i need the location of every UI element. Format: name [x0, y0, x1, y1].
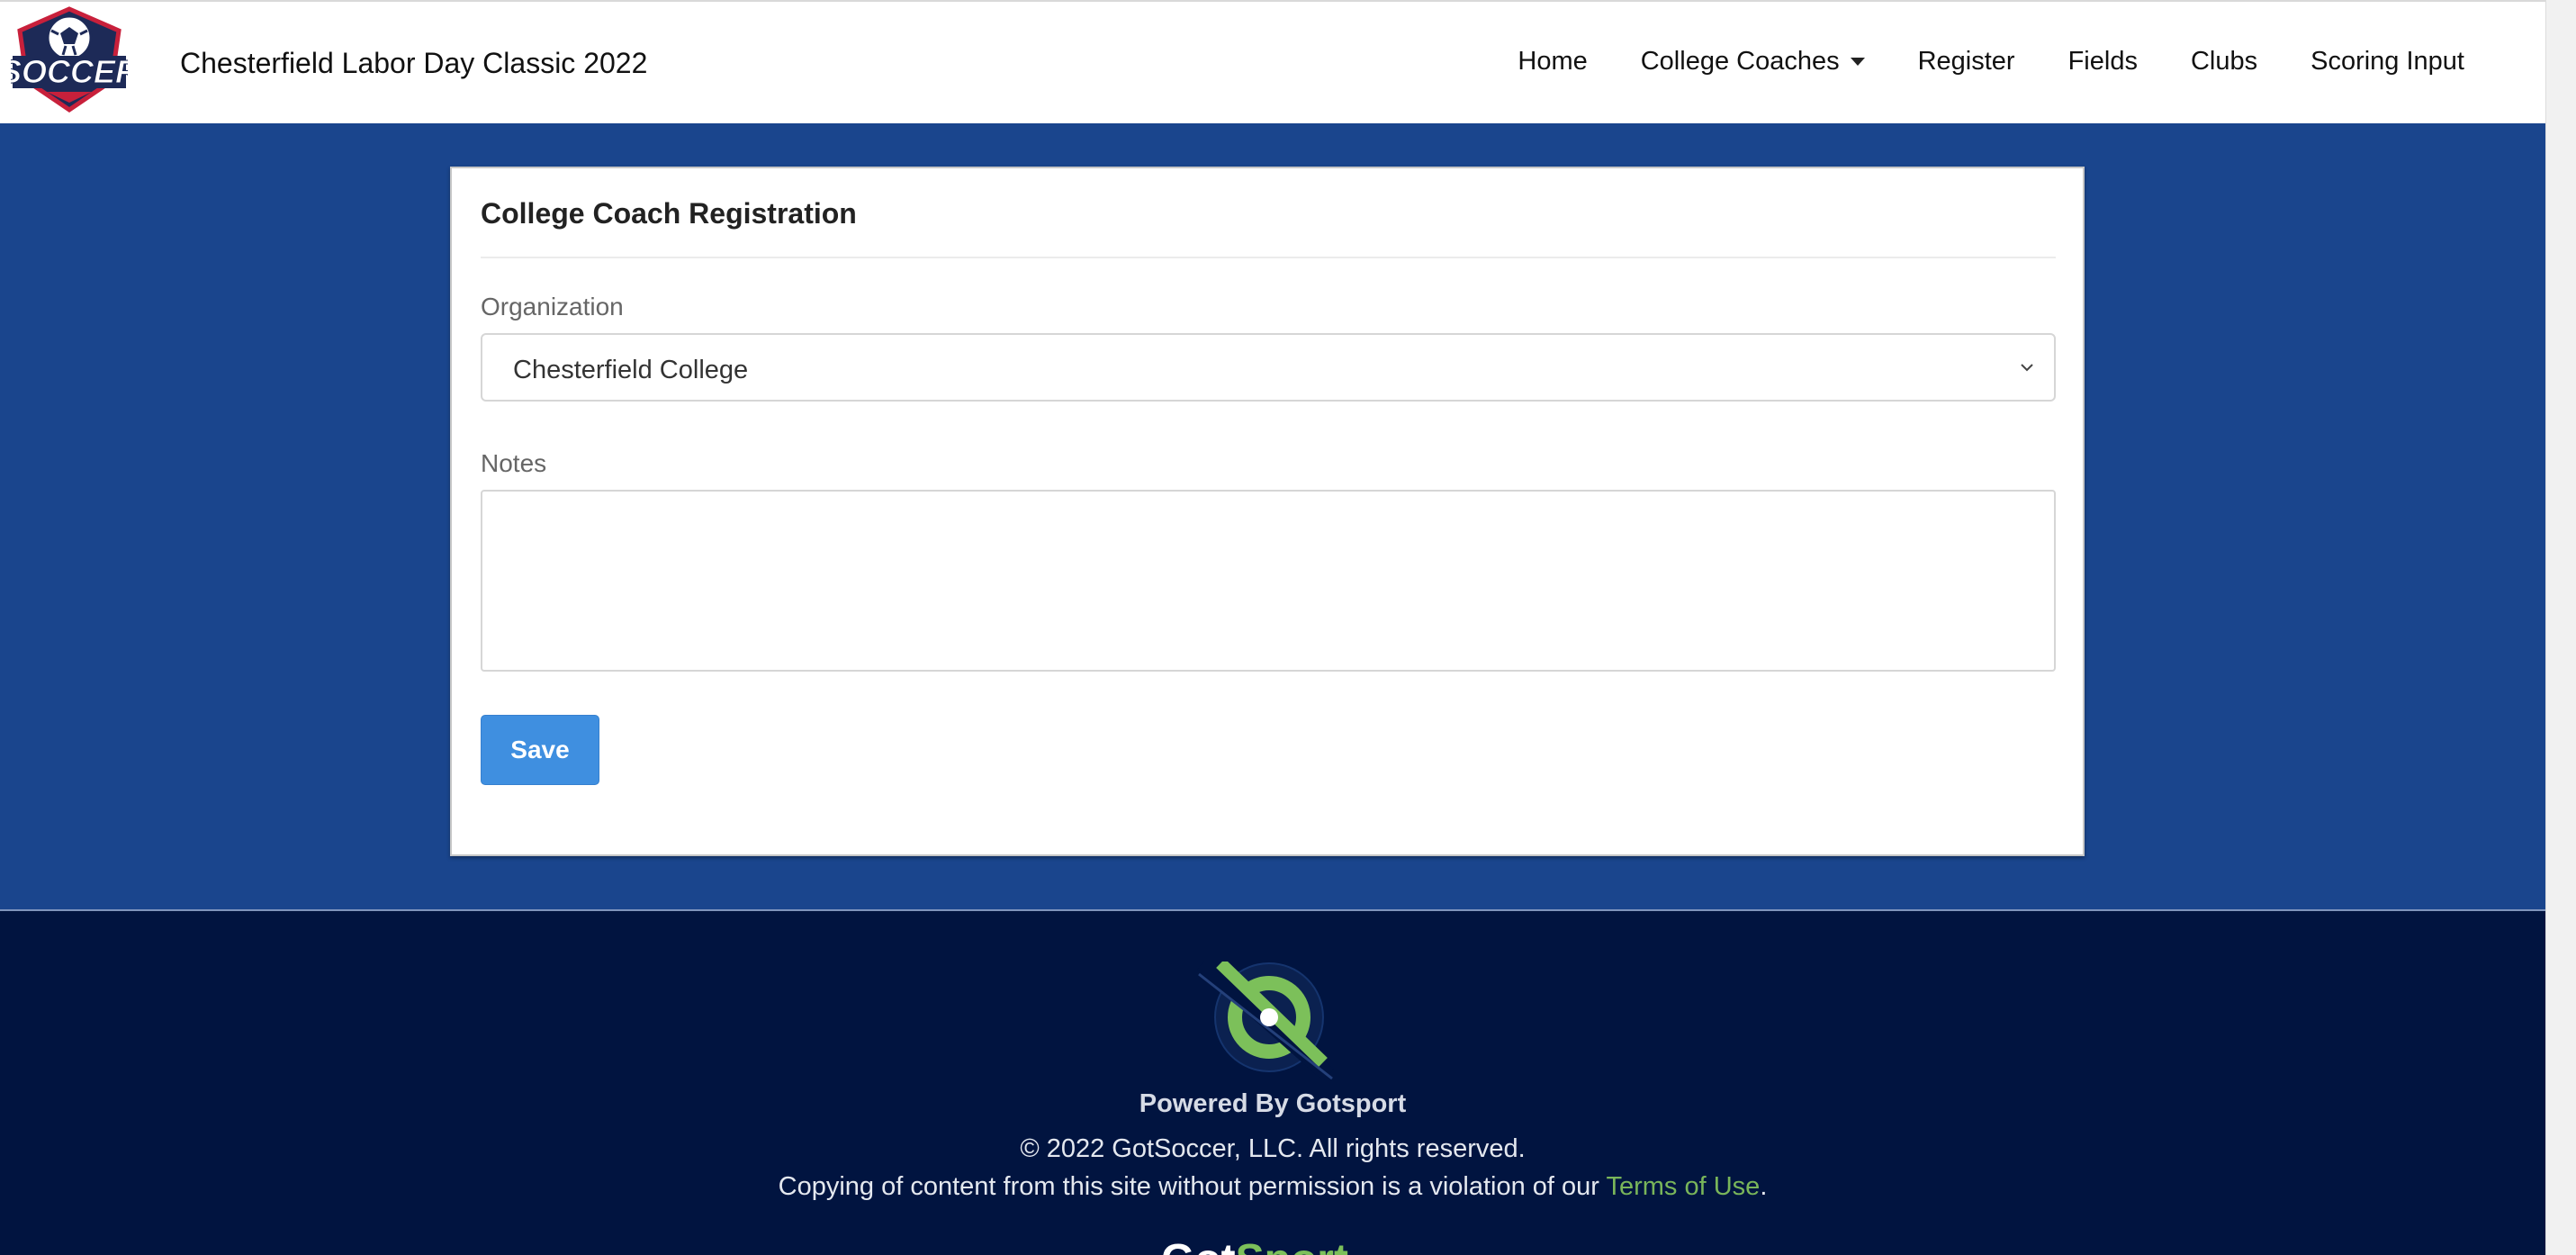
- registration-card: College Coach Registration Organization …: [450, 167, 2085, 856]
- gotsport-wordmark[interactable]: GotSport: [1161, 1235, 1348, 1255]
- chevron-down-icon: [2021, 364, 2033, 372]
- form-title: College Coach Registration: [481, 197, 857, 230]
- browser-viewport: SOCCER Chesterfield Labor Day Classic 20…: [0, 0, 2545, 1255]
- browser-scrollbar-gutter[interactable]: [2545, 0, 2576, 1255]
- copying-notice-end: .: [1760, 1172, 1768, 1201]
- site-footer: Powered By Gotsport © 2022 GotSoccer, LL…: [0, 909, 2545, 1255]
- main-nav: Home College Coaches Register Fields Clu…: [1464, 47, 2464, 77]
- nav-fields[interactable]: Fields: [2068, 47, 2138, 77]
- nav-home[interactable]: Home: [1518, 47, 1587, 77]
- nav-college-coaches[interactable]: College Coaches: [1641, 47, 1865, 77]
- caret-down-icon: [1850, 58, 1865, 66]
- organization-selected-value: Chesterfield College: [513, 356, 749, 384]
- nav-register[interactable]: Register: [1918, 47, 2015, 77]
- wordmark-got: Got: [1161, 1236, 1236, 1255]
- copying-notice-text: Copying of content from this site withou…: [778, 1172, 1607, 1201]
- nav-clubs[interactable]: Clubs: [2191, 47, 2257, 77]
- gotsport-logo[interactable]: [1197, 962, 1341, 1080]
- organization-label: Organization: [481, 293, 624, 321]
- svg-text:SOCCER: SOCCER: [11, 53, 128, 90]
- title-divider: [481, 257, 2056, 258]
- nav-scoring-input[interactable]: Scoring Input: [2310, 47, 2464, 77]
- copying-notice: Copying of content from this site withou…: [0, 1172, 2545, 1202]
- terms-of-use-link[interactable]: Terms of Use: [1606, 1172, 1760, 1201]
- notes-label: Notes: [481, 449, 547, 477]
- organization-select[interactable]: Chesterfield College: [481, 333, 2056, 402]
- powered-by-text: Powered By Gotsport: [1139, 1089, 1407, 1118]
- site-title[interactable]: Chesterfield Labor Day Classic 2022: [180, 47, 647, 80]
- soccer-logo[interactable]: SOCCER: [11, 5, 128, 113]
- notes-textarea[interactable]: [481, 490, 2056, 672]
- top-navbar: SOCCER Chesterfield Labor Day Classic 20…: [0, 0, 2545, 123]
- save-button[interactable]: Save: [481, 715, 599, 785]
- wordmark-sport: Sport: [1236, 1236, 1348, 1255]
- copyright-text: © 2022 GotSoccer, LLC. All rights reserv…: [1020, 1134, 1526, 1163]
